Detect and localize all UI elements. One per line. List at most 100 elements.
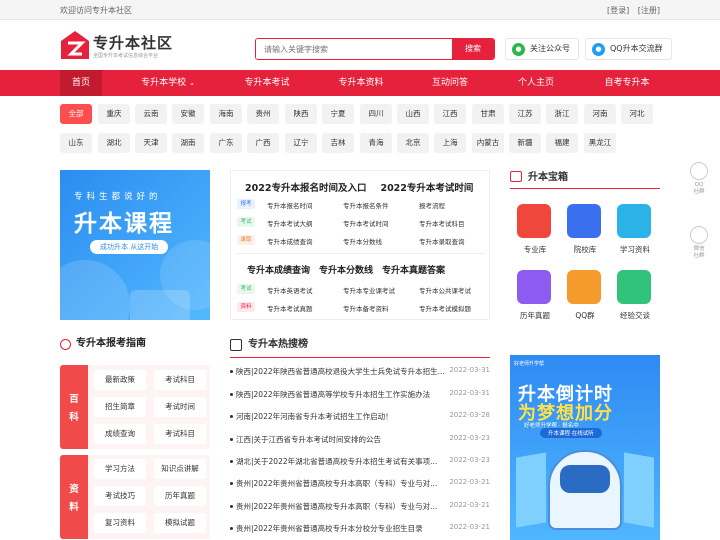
region-item[interactable]: 甘肃 xyxy=(472,104,504,124)
quick-link[interactable]: 报考流程 xyxy=(419,200,445,210)
region-item[interactable]: 湖南 xyxy=(172,133,204,153)
heading-link-cutoff[interactable]: 专升本分数线 xyxy=(319,266,373,276)
badge-materials: 资料 xyxy=(237,302,255,312)
region-item[interactable]: 贵州 xyxy=(247,104,279,124)
nav-schools[interactable]: 专升本学校 ⌄ xyxy=(128,70,208,96)
site-logo[interactable]: 专升本社区 全国专升本考试信息综合平台 xyxy=(60,30,200,66)
quick-link[interactable]: 专升本考试模拟题 xyxy=(419,303,471,313)
region-item[interactable]: 江苏 xyxy=(509,104,541,124)
login-link[interactable]: [登录] xyxy=(607,6,629,15)
quick-link[interactable]: 专升本报名时间 xyxy=(267,200,313,210)
guide-button[interactable]: 复习资料 xyxy=(94,513,146,533)
heading-link-exam-time[interactable]: 2022专升本考试时间 xyxy=(380,183,473,194)
region-item[interactable]: 广东 xyxy=(210,133,242,153)
region-item[interactable]: 新疆 xyxy=(509,133,541,153)
region-item[interactable]: 山西 xyxy=(397,104,429,124)
region-item[interactable]: 湖北 xyxy=(98,133,130,153)
tool-qq-group[interactable]: QQ群 xyxy=(560,270,610,325)
tool-study-materials[interactable]: 学习资料 xyxy=(610,204,660,259)
tool-school-library[interactable]: 院校库 xyxy=(560,204,610,259)
region-item[interactable]: 福建 xyxy=(546,133,578,153)
guide-button[interactable]: 招生简章 xyxy=(94,397,146,417)
quick-link[interactable]: 专升本录取查询 xyxy=(419,236,465,246)
guide-button[interactable]: 考试技巧 xyxy=(94,486,146,506)
quick-link[interactable]: 专升本考试大纲 xyxy=(267,218,313,228)
region-item[interactable]: 山东 xyxy=(60,133,92,153)
quick-link[interactable]: 专升本报名条件 xyxy=(343,200,389,210)
quick-link[interactable]: 专升本考试真题 xyxy=(267,303,313,313)
region-item[interactable]: 河南 xyxy=(584,104,616,124)
region-item[interactable]: 宁夏 xyxy=(322,104,354,124)
nav-exams[interactable]: 专升本考试 xyxy=(232,70,302,96)
nav-profile[interactable]: 个人主页 xyxy=(506,70,566,96)
list-item[interactable]: 河南|2022年河南省专升本考试招生工作启动！ 2022-03-28 xyxy=(230,410,490,424)
guide-button[interactable]: 考试科目 xyxy=(154,424,206,444)
region-item[interactable]: 辽宁 xyxy=(285,133,317,153)
quick-link[interactable]: 专升本考试科目 xyxy=(419,218,465,228)
side-char: 科 xyxy=(69,412,79,423)
nav-materials[interactable]: 专升本资料 xyxy=(326,70,396,96)
region-item[interactable]: 云南 xyxy=(135,104,167,124)
guide-button[interactable]: 考试时间 xyxy=(154,397,206,417)
region-item[interactable]: 黑龙江 xyxy=(584,133,616,153)
region-item[interactable]: 江西 xyxy=(434,104,466,124)
heading-link-registration[interactable]: 2022专升本报名时间及入口 xyxy=(245,183,366,194)
quick-link[interactable]: 专升本英语考试 xyxy=(267,285,313,295)
region-item[interactable]: 河北 xyxy=(621,104,653,124)
list-item-date: 2022-03-23 xyxy=(449,434,490,442)
nav-self-study[interactable]: 自考专升本 xyxy=(592,70,662,96)
qq-group-button[interactable]: ● QQ升本交流群 xyxy=(585,38,672,60)
region-item[interactable]: 内蒙古 xyxy=(472,133,504,153)
guide-button[interactable]: 历年真题 xyxy=(154,486,206,506)
qq-icon: ● xyxy=(592,43,605,56)
guide-button[interactable]: 成绩查询 xyxy=(94,424,146,444)
region-item[interactable]: 青海 xyxy=(360,133,392,153)
quick-link[interactable]: 专升本公共课考试 xyxy=(419,285,471,295)
guide-button[interactable]: 学习方法 xyxy=(94,459,146,479)
region-item[interactable]: 上海 xyxy=(434,133,466,153)
region-item[interactable]: 吉林 xyxy=(322,133,354,153)
region-item[interactable]: 浙江 xyxy=(546,104,578,124)
list-item[interactable]: 陕西|2022年陕西省普通高等学校专升本招生工作实施办法 2022-03-31 xyxy=(230,388,490,402)
region-item[interactable]: 重庆 xyxy=(98,104,130,124)
search-input[interactable] xyxy=(256,39,451,59)
register-link[interactable]: [注册] xyxy=(638,6,660,15)
tool-major-library[interactable]: 专业库 xyxy=(510,204,560,259)
region-all[interactable]: 全部 xyxy=(60,104,92,124)
heading-link-scores[interactable]: 专升本成绩查询 xyxy=(247,266,310,276)
quick-link[interactable]: 专升本成绩查询 xyxy=(267,236,313,246)
region-item[interactable]: 天津 xyxy=(135,133,167,153)
toolbox-icon xyxy=(510,171,522,182)
list-item[interactable]: 湖北|关于2022年湖北省普通高校专升本招生考试有关事项... 2022-03-2… xyxy=(230,455,490,469)
divider xyxy=(237,253,485,254)
nav-home[interactable]: 首页 xyxy=(60,70,102,96)
quick-link[interactable]: 专升本分数线 xyxy=(343,236,382,246)
list-item[interactable]: 贵州|2022年贵州省普通高校专升本分校分专业招生目录 2022-03-21 xyxy=(230,522,490,536)
guide-button[interactable]: 最新政策 xyxy=(94,370,146,390)
region-item[interactable]: 海南 xyxy=(210,104,242,124)
list-item-title: 贵州|2022年贵州省普通高校专升本高职（专科）专业与对... xyxy=(236,479,438,488)
guide-button[interactable]: 知识点讲解 xyxy=(154,459,206,479)
list-item[interactable]: 贵州|2022年贵州省普通高校专升本高职（专科）专业与对... 2022-03-2… xyxy=(230,477,490,491)
guide-button[interactable]: 考试科目 xyxy=(154,370,206,390)
region-item[interactable]: 陕西 xyxy=(285,104,317,124)
list-item[interactable]: 陕西|2022年陕西省普通高校退役大学生士兵免试专升本招生... 2022-03-… xyxy=(230,365,490,379)
region-item[interactable]: 广西 xyxy=(247,133,279,153)
nav-qa[interactable]: 互动问答 xyxy=(420,70,480,96)
heading-link-answers[interactable]: 专升本真题答案 xyxy=(382,266,445,276)
quick-link[interactable]: 专升本备考资料 xyxy=(343,303,389,313)
guide-button[interactable]: 模拟试题 xyxy=(154,513,206,533)
quick-link[interactable]: 专升本考试时间 xyxy=(343,218,389,228)
region-item[interactable]: 北京 xyxy=(397,133,429,153)
quick-link[interactable]: 专升本专业课考试 xyxy=(343,285,395,295)
wechat-follow-button[interactable]: ● 关注公众号 xyxy=(505,38,579,60)
countdown-banner[interactable]: 好老师升学帮 升本倒计时 为梦想加分 好老师升学帮 · 报名中 升本课程·在线试… xyxy=(510,355,660,540)
region-item[interactable]: 安徽 xyxy=(172,104,204,124)
tool-past-papers[interactable]: 历年真题 xyxy=(510,270,560,325)
list-item[interactable]: 贵州|2022年贵州省普通高校专升本高职（专科）专业与对... 2022-03-2… xyxy=(230,500,490,514)
course-banner[interactable]: 专科生都说好的 升本课程 成功升本 从这开始 xyxy=(60,170,210,320)
region-item[interactable]: 四川 xyxy=(360,104,392,124)
tool-experience[interactable]: 经验交谈 xyxy=(610,270,660,325)
list-item[interactable]: 江西|关于江西省专升本考试时间安排的公告 2022-03-23 xyxy=(230,433,490,447)
search-button[interactable]: 搜索 xyxy=(452,39,494,59)
